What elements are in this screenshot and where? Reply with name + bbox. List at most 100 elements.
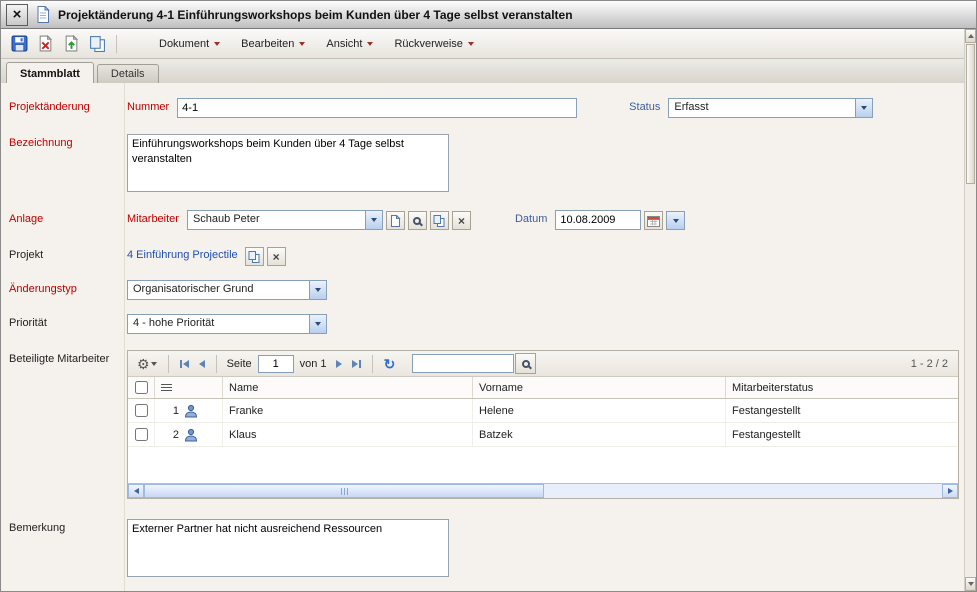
first-page-button[interactable] [177,358,192,370]
clear-projekt-button[interactable]: × [267,247,286,266]
table-row[interactable]: 1 Franke Helene Festangestellt [128,399,958,423]
row-checkbox[interactable] [135,404,148,417]
last-page-button[interactable] [349,358,364,370]
scroll-left-icon [134,488,139,494]
projekt-fields: 4 Einführung Projectile × [121,246,286,266]
bezeichnung-fields: Einführungsworkshops beim Kunden über 4 … [121,134,449,192]
save-button[interactable] [8,32,31,55]
scroll-up-icon [968,34,974,38]
menu-bearbeiten[interactable]: Bearbeiten [232,34,314,54]
nummer-input[interactable] [177,98,577,118]
clear-icon: × [273,251,280,263]
menu-bearbeiten-label: Bearbeiten [241,38,294,50]
projekt-link[interactable]: 4 Einführung Projectile [127,249,238,261]
bemerkung-textarea[interactable]: Externer Partner hat nicht ausreichend R… [127,519,449,577]
row-bemerkung: Bemerkung Externer Partner hat nicht aus… [1,519,964,577]
beteiligte-fields: ⚙ Seite von 1 ↻ [127,350,959,499]
search-icon [522,360,530,368]
row-number-cell: 1 [154,399,222,422]
header-mitarbeiterstatus[interactable]: Mitarbeiterstatus [725,377,958,398]
scroll-right-icon [948,488,953,494]
table-search-input[interactable] [412,354,514,373]
menu-rueckverweise-label: Rückverweise [394,38,462,50]
chevron-down-icon [673,219,679,223]
scroll-right-button[interactable] [942,484,958,498]
aenderungstyp-select[interactable]: Organisatorischer Grund [127,280,327,300]
page-number-input[interactable] [258,355,294,373]
delete-document-icon [37,35,54,52]
calendar-button[interactable] [644,211,663,230]
horizontal-scrollbar-thumb[interactable] [144,484,544,498]
scroll-left-button[interactable] [128,484,144,498]
menu-ansicht[interactable]: Ansicht [317,34,382,54]
scroll-up-button[interactable] [965,29,976,43]
chevron-down-icon[interactable] [855,99,872,117]
close-button[interactable]: × [6,4,28,26]
vertical-scrollbar[interactable] [964,29,976,591]
chevron-down-icon[interactable] [309,315,326,333]
mitarbeiter-table: ⚙ Seite von 1 ↻ [127,350,959,499]
close-icon: × [13,7,22,22]
copy-reference-button[interactable] [430,211,449,230]
header-vorname[interactable]: Vorname [472,377,725,398]
table-search-button[interactable] [515,353,536,374]
row-bezeichnung: Bezeichnung Einführungsworkshops beim Ku… [1,134,964,192]
chevron-down-icon[interactable] [365,211,382,229]
menu-rueckverweise[interactable]: Rückverweise [385,34,482,54]
row-number: 2 [161,429,179,441]
toolbar-separator [372,355,373,373]
label-column-divider [124,83,125,592]
chevron-down-icon [214,42,220,46]
lookup-button[interactable] [408,211,427,230]
tab-stammblatt-label: Stammblatt [20,68,80,80]
table-toolbar: ⚙ Seite von 1 ↻ [128,351,958,377]
horizontal-scrollbar[interactable] [128,483,958,498]
row-checkbox[interactable] [135,428,148,441]
select-all-checkbox[interactable] [135,381,148,394]
previous-page-icon [199,360,205,368]
tab-stammblatt[interactable]: Stammblatt [6,62,94,83]
row-anlage: Anlage Mitarbeiter Schaub Peter [1,210,964,230]
status-value: Erfasst [669,99,855,117]
datum-dropdown-button[interactable] [666,211,685,230]
row-number: 1 [161,405,179,417]
status-select[interactable]: Erfasst [668,98,873,118]
chevron-down-icon [468,42,474,46]
scroll-down-button[interactable] [965,577,976,591]
nummer-label: Nummer [127,101,169,113]
header-row-number[interactable] [154,377,222,398]
copy-projekt-button[interactable] [245,247,264,266]
menu-dokument[interactable]: Dokument [150,34,229,54]
cell-name: Franke [222,399,472,422]
delete-document-button[interactable] [34,32,57,55]
cell-vorname: Helene [472,399,725,422]
prioritaet-select[interactable]: 4 - hohe Priorität [127,314,327,334]
mitarbeiter-select[interactable]: Schaub Peter [187,210,383,230]
header-select-all [128,377,154,398]
copy-document-button[interactable] [86,32,109,55]
bemerkung-fields: Externer Partner hat nicht ausreichend R… [121,519,449,577]
refresh-button[interactable]: ↻ [381,355,399,373]
clear-mitarbeiter-button[interactable]: × [452,211,471,230]
von-label: von 1 [300,358,327,370]
checkin-button[interactable] [60,32,83,55]
checkin-icon [63,35,80,52]
previous-page-button[interactable] [196,358,208,370]
vertical-scrollbar-thumb[interactable] [966,44,975,184]
bezeichnung-textarea[interactable]: Einführungsworkshops beim Kunden über 4 … [127,134,449,192]
beteiligte-label: Beteiligte Mitarbeiter [1,350,121,365]
document-icon [35,6,51,23]
table-settings-button[interactable]: ⚙ [134,355,160,373]
tab-details[interactable]: Details [97,64,159,83]
gear-icon: ⚙ [137,357,150,371]
projektaenderung-fields: Nummer Status Erfasst [121,98,873,118]
table-row[interactable]: 2 Klaus Batzek Festangestellt [128,423,958,447]
next-page-button[interactable] [333,358,345,370]
header-name[interactable]: Name [222,377,472,398]
cell-mitarbeiterstatus: Festangestellt [725,399,958,422]
chevron-down-icon[interactable] [309,281,326,299]
refresh-icon: ↻ [384,357,396,371]
datum-input[interactable] [555,210,641,230]
open-document-button[interactable] [386,211,405,230]
toolbar-separator [216,355,217,373]
